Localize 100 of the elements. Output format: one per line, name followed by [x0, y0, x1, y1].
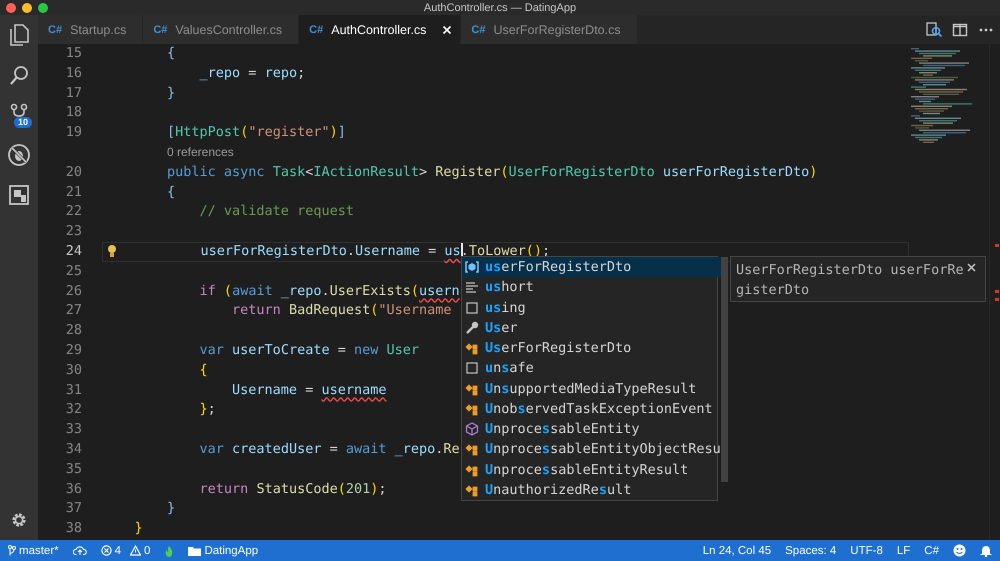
code-line[interactable]: [HttpPost("register")] [102, 123, 346, 143]
source-control-icon[interactable] [8, 102, 30, 116]
suggestion-item[interactable]: UnprocessableEntity [462, 419, 721, 440]
code-line[interactable]: { [102, 360, 208, 381]
split-editor-icon[interactable] [952, 22, 968, 38]
suggestion-label: UserForRegisterDto [485, 340, 632, 356]
line-number: 16 [64, 64, 83, 83]
popup-scrollbar-thumb[interactable] [720, 257, 728, 482]
class-icon [465, 402, 479, 416]
code-line[interactable]: { [102, 182, 176, 202]
line-number: 34 [64, 440, 83, 459]
suggestion-item[interactable]: UnprocessableEntityObjectResu [462, 439, 721, 460]
folder-icon [188, 546, 202, 556]
suggestion-item[interactable]: UnsupportedMediaTypeResult [462, 378, 721, 399]
line-number: 30 [64, 360, 83, 380]
line-number: 31 [64, 380, 83, 400]
bell-icon [980, 544, 992, 556]
extensions-icon[interactable] [8, 184, 30, 206]
status-item[interactable]: Spaces: 4 [783, 540, 838, 561]
cloud-upload-icon [72, 545, 87, 556]
code-line[interactable]: Username = username [102, 380, 386, 400]
branch-button[interactable]: master* [6, 540, 61, 561]
class-icon [465, 462, 479, 477]
suggestion-item[interactable]: using [462, 298, 721, 318]
code-line[interactable]: } [102, 84, 176, 104]
code-line[interactable]: _repo = repo; [102, 64, 306, 84]
code-line[interactable]: } [102, 519, 143, 539]
line-number: 29 [64, 340, 83, 360]
status-item[interactable]: Ln 24, Col 45 [700, 540, 774, 561]
code-line[interactable]: { [102, 44, 176, 64]
line-number: 28 [64, 321, 83, 340]
keyword-icon [465, 300, 479, 315]
code-line[interactable]: }; [102, 400, 216, 420]
suggestion-item[interactable]: UnauthorizedResult [462, 480, 721, 500]
editor-tab[interactable]: C# ValuesController.cs [143, 15, 300, 44]
suggestion-item[interactable]: UnprocessableEntityResult [462, 460, 721, 480]
code-line[interactable]: var createdUser = await _repo.Re [102, 440, 460, 460]
line-number: 33 [64, 420, 83, 440]
line-number: 19 [64, 123, 83, 142]
code-line[interactable]: return BadRequest("Username [102, 301, 452, 322]
line-number: 26 [64, 282, 83, 301]
wrench-icon [465, 320, 479, 335]
code-line[interactable]: if (await _repo.UserExists(usern [102, 282, 460, 302]
class-icon [465, 382, 479, 396]
folder-button[interactable]: DatingApp [186, 540, 260, 561]
line-number: 32 [64, 400, 83, 420]
line-number: 35 [64, 460, 83, 479]
code-line[interactable]: public async Task<IActionResult> Register(UserForRegisterDto userForRegisterDto) [102, 162, 818, 183]
open-changes-icon[interactable] [926, 22, 942, 38]
lightbulb-icon[interactable] [107, 244, 117, 258]
window-maximize-button[interactable] [38, 2, 48, 12]
line-number: 20 [64, 162, 83, 182]
editor-tab[interactable]: C# Startup.cs [38, 15, 144, 44]
line-number: 27 [64, 301, 83, 320]
code-line[interactable]: var userToCreate = new User [102, 340, 420, 361]
suggestion-label: UnsupportedMediaTypeResult [485, 380, 696, 397]
suggestion-item[interactable]: userForRegisterDto [462, 257, 721, 278]
window-close-button[interactable] [6, 2, 16, 12]
code-line[interactable]: return StatusCode(201); [102, 480, 387, 500]
references-link[interactable]: 0 references [102, 142, 234, 163]
suggestion-label: UnprocessableEntityObjectResu [485, 441, 721, 458]
settings-icon[interactable] [10, 511, 28, 529]
suggestion-item[interactable]: ushort [462, 277, 721, 298]
details-text: UserForRegisterDto userForRegisterDto [736, 261, 964, 300]
status-item[interactable]: LF [894, 540, 912, 561]
code-line[interactable]: // validate request [102, 202, 354, 222]
line-number: 24 [64, 242, 83, 261]
class-icon [465, 341, 479, 356]
suggestion-label: User [485, 320, 518, 336]
file-icon: C# [309, 24, 324, 36]
close-icon[interactable] [967, 263, 976, 272]
suggestion-label: UnobservedTaskExceptionEvent [485, 400, 713, 417]
code-line[interactable]: } [102, 499, 176, 520]
suggestion-item[interactable]: User [462, 318, 721, 338]
notification-badge: 10 [14, 116, 32, 128]
suggestion-item[interactable]: unsafe [462, 358, 721, 378]
suggestion-item[interactable]: UserForRegisterDto [462, 338, 721, 358]
suggestion-label: userForRegisterDto [485, 259, 632, 276]
editor-tab[interactable]: C# UserForRegisterDto.cs [461, 15, 638, 44]
status-item[interactable]: UTF-8 [848, 540, 885, 561]
suggestion-label: using [485, 300, 526, 316]
editor-tab[interactable]: C# AuthController.cs [299, 15, 462, 44]
debug-icon[interactable] [7, 143, 31, 167]
window-minimize-button[interactable] [22, 2, 32, 12]
line-number: 36 [64, 480, 83, 499]
warning-icon [130, 545, 142, 556]
error-icon [100, 545, 112, 556]
text-lines-icon [465, 280, 479, 294]
class-icon [465, 482, 479, 497]
smiley-icon [953, 544, 966, 557]
problems-button[interactable]: 4 0 [98, 540, 152, 561]
file-icon: C# [48, 24, 62, 36]
suggestion-item[interactable]: UnobservedTaskExceptionEvent [462, 398, 721, 419]
suggestion-label: ushort [485, 279, 534, 296]
explorer-icon[interactable] [8, 23, 30, 47]
search-icon[interactable] [8, 64, 30, 86]
line-number: 17 [64, 84, 83, 103]
file-icon: C# [471, 24, 486, 36]
status-item[interactable]: C# [922, 540, 941, 561]
keyword-icon [465, 361, 479, 376]
